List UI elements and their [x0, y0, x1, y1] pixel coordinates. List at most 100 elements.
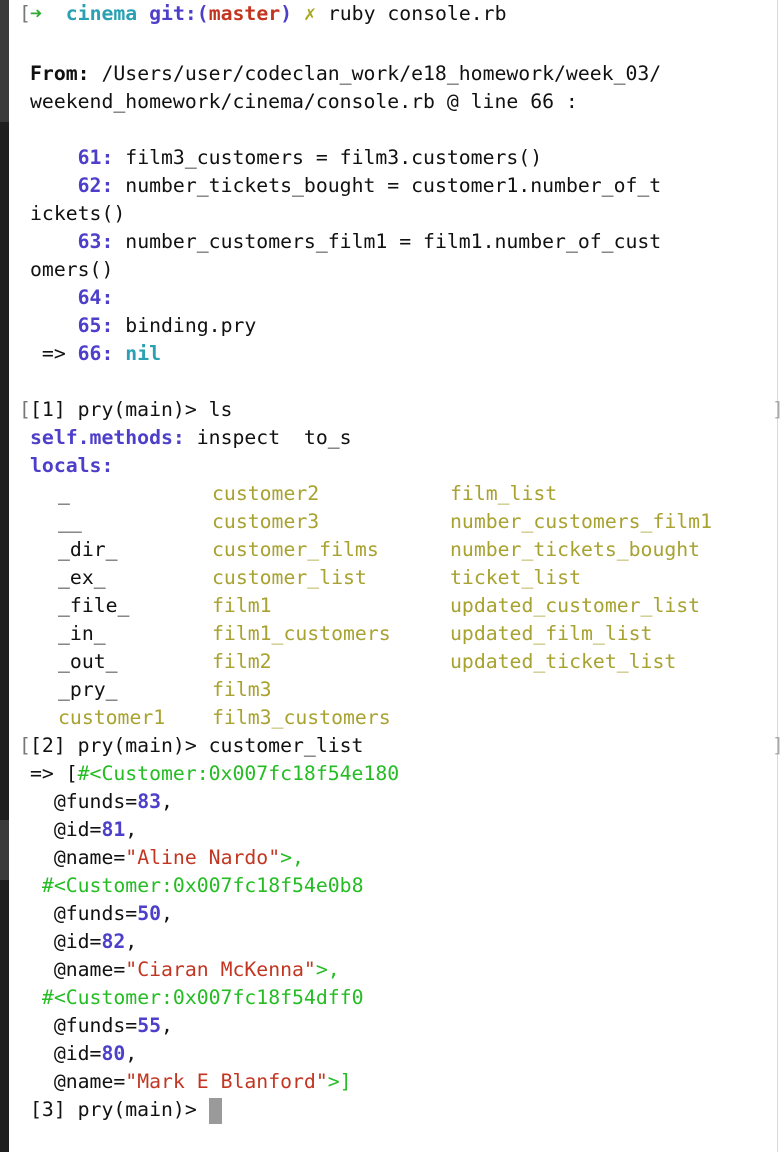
- local-variable: customer_list: [212, 566, 367, 589]
- dirty-mark-icon: ✗: [304, 2, 316, 25]
- local-variable: film_list: [450, 482, 558, 505]
- locals-row: customer1 film3_customers: [30, 704, 778, 732]
- local-variable: _out_: [58, 650, 118, 673]
- shell-prompt-line: [➜ cinema git:(master) ✗ ruby console.rb: [19, 2, 507, 25]
- current-code-line: => 66: nil: [30, 340, 778, 368]
- text-cursor: [208, 1097, 222, 1124]
- local-variable: film2: [212, 650, 272, 673]
- customer-object-line: => [#<Customer:0x007fc18f54e180: [30, 760, 778, 788]
- code-line-wrap: omers(): [30, 256, 778, 284]
- git-branch: master: [208, 2, 281, 25]
- from-label: From:: [30, 62, 90, 85]
- attr-name: @id=: [53, 818, 102, 841]
- code-text: nil: [125, 342, 162, 365]
- customer-object-id: #<Customer:0x007fc18f54dff0: [41, 986, 364, 1009]
- line-number: 64:: [77, 286, 114, 309]
- code-line-wrap: ickets(): [30, 200, 778, 228]
- name-line: @name="Ciaran McKenna">,: [30, 956, 778, 984]
- local-variable: customer_films: [212, 538, 379, 561]
- pry-prompt: [1] pry(main)>: [30, 398, 209, 421]
- attr-name: @name=: [53, 846, 126, 869]
- line-number: 63:: [77, 230, 114, 253]
- funds-line: @funds=83,: [30, 788, 778, 816]
- terminal-output[interactable]: [➜ cinema git:(master) ✗ ruby console.rb…: [19, 2, 784, 1124]
- local-variable: __: [58, 510, 82, 533]
- id-line: @id=80,: [30, 1040, 778, 1068]
- locals-list: _ customer2 film_list __ customer3 number_cus…: [30, 480, 778, 732]
- line-number: 66:: [77, 342, 114, 365]
- self-methods-value: inspect to_s: [196, 426, 352, 449]
- pry-prompt: [2] pry(main)>: [30, 734, 209, 757]
- local-variable: updated_ticket_list: [450, 650, 677, 673]
- pry-command: customer_list: [208, 734, 364, 757]
- git-suffix: ): [280, 2, 293, 25]
- code-text: film3_customers = film3.customers(): [125, 146, 543, 169]
- funds-line: @funds=50,: [30, 900, 778, 928]
- code-line: 64:: [30, 284, 778, 312]
- result-output: => [#<Customer:0x007fc18f54e180 @funds=8…: [30, 760, 778, 1096]
- attr-value: 82: [101, 930, 126, 953]
- attr-value: 80: [101, 1042, 126, 1065]
- code-text: omers(): [30, 258, 114, 281]
- prompt-directory: cinema: [65, 2, 138, 25]
- locals-label-line: locals:: [30, 452, 778, 480]
- object-close: >,: [280, 846, 304, 869]
- pry-input-line: [3] pry(main)>: [30, 1096, 778, 1124]
- name-line: @name="Mark E Blanford">]: [30, 1068, 778, 1096]
- from-header-line-2: weekend_homework/cinema/console.rb @ lin…: [30, 88, 778, 116]
- code-line: 61: film3_customers = film3.customers(): [30, 144, 778, 172]
- customer-object-line: #<Customer:0x007fc18f54dff0: [30, 984, 778, 1012]
- attr-value: 55: [137, 1014, 162, 1037]
- locals-row: _file_ film1 updated_customer_list: [30, 592, 778, 620]
- from-header-line-1: From: /Users/user/codeclan_work/e18_home…: [30, 60, 778, 88]
- pry-prompt: [3] pry(main)>: [30, 1098, 209, 1121]
- locals-row: __ customer3 number_customers_film1: [30, 508, 778, 536]
- attr-value: 50: [137, 902, 162, 925]
- local-variable: _: [58, 482, 70, 505]
- attr-name: @id=: [53, 930, 102, 953]
- attr-name: @funds=: [53, 1014, 138, 1037]
- attr-name: @funds=: [53, 790, 138, 813]
- local-variable: _pry_: [58, 678, 118, 701]
- locals-row: _ customer2 film_list: [30, 480, 778, 508]
- line-number: 61:: [77, 146, 114, 169]
- code-line: 65: binding.pry: [30, 312, 778, 340]
- customer-object-id: #<Customer:0x007fc18f54e180: [77, 762, 400, 785]
- prompt-arrow-icon: ➜: [30, 2, 42, 25]
- result-prefix: => [: [30, 762, 78, 785]
- local-variable: film1_customers: [212, 622, 391, 645]
- comma: ,: [161, 790, 173, 813]
- attr-value: "Ciaran McKenna": [125, 958, 316, 981]
- comma: ,: [125, 1042, 138, 1065]
- attr-value: 83: [137, 790, 162, 813]
- local-variable: _ex_: [58, 566, 106, 589]
- code-text: binding.pry: [125, 314, 257, 337]
- funds-line: @funds=55,: [30, 1012, 778, 1040]
- local-variable: ticket_list: [450, 566, 582, 589]
- self-methods-label: self.methods:: [30, 426, 185, 449]
- from-path-1: /Users/user/codeclan_work/e18_homework/w…: [101, 62, 662, 85]
- local-variable: customer2: [212, 482, 320, 505]
- code-text: number_customers_film1 = film1.number_of…: [125, 230, 662, 253]
- attr-name: @name=: [53, 1070, 126, 1093]
- code-text: number_tickets_bought = customer1.number…: [125, 174, 662, 197]
- locals-label: locals:: [30, 454, 114, 477]
- pry-input-line: [[2] pry(main)> customer_list]: [19, 734, 784, 757]
- locals-row: _ex_ customer_list ticket_list: [30, 564, 778, 592]
- attr-value: "Aline Nardo": [125, 846, 281, 869]
- customer-object-line: #<Customer:0x007fc18f54e0b8: [30, 872, 778, 900]
- comma: ,: [161, 1014, 173, 1037]
- code-line: 63: number_customers_film1 = film1.numbe…: [30, 228, 778, 256]
- from-path-2: weekend_homework/cinema/console.rb @ lin…: [30, 90, 578, 113]
- local-variable: customer1: [58, 706, 166, 729]
- local-variable: customer3: [212, 510, 320, 533]
- pry-input-line: [[1] pry(main)> ls]: [19, 398, 784, 421]
- comma: ,: [125, 818, 138, 841]
- name-line: @name="Aline Nardo">,: [30, 844, 778, 872]
- customer-object-id: #<Customer:0x007fc18f54e0b8: [41, 874, 364, 897]
- attr-name: @name=: [53, 958, 126, 981]
- attr-name: @funds=: [53, 902, 138, 925]
- local-variable: updated_customer_list: [450, 594, 701, 617]
- attr-value: 81: [101, 818, 126, 841]
